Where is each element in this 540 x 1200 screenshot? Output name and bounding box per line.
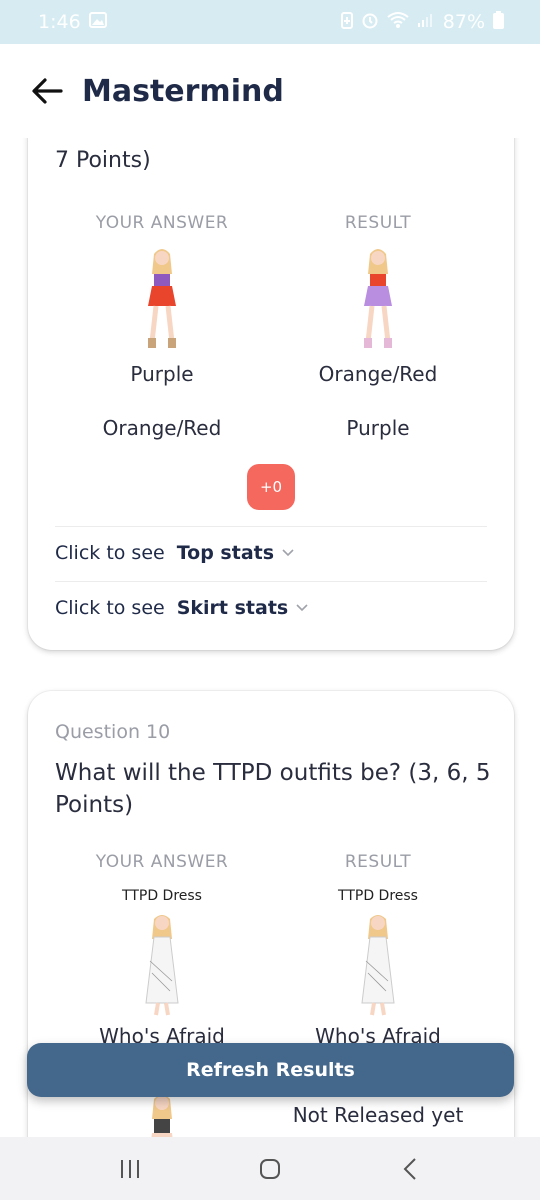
outfit-illustration-result: [348, 244, 408, 354]
results-list[interactable]: 7 Points) YOUR ANSWER RESULT Purple Oran…: [0, 138, 540, 1137]
gallery-icon: [88, 11, 107, 33]
result-top-color: Orange/Red: [318, 362, 438, 386]
wifi-icon: [387, 11, 409, 34]
answer-top-color: Purple: [130, 362, 194, 386]
back-arrow-icon[interactable]: [30, 74, 64, 108]
stats-name: Skirt stats: [176, 597, 289, 619]
chevron-down-icon: [282, 545, 294, 561]
recent-apps-icon[interactable]: [100, 1149, 160, 1189]
question-number: Question 10: [55, 721, 171, 743]
answer-skirt-color: Orange/Red: [102, 416, 222, 440]
question-title: 7 Points): [55, 148, 151, 173]
status-time: 1:46: [38, 11, 81, 33]
app-header: Mastermind: [0, 44, 540, 138]
result-header: RESULT: [344, 852, 412, 872]
result-skirt-color: Purple: [346, 416, 410, 440]
system-nav-bar: [0, 1137, 540, 1200]
points-badge: +0: [247, 464, 295, 510]
your-answer-header: YOUR ANSWER: [95, 852, 229, 872]
battery-percent: 87%: [442, 11, 485, 33]
your-answer-header: YOUR ANSWER: [95, 213, 229, 233]
result-header: RESULT: [344, 213, 412, 233]
chevron-down-icon: [296, 600, 308, 616]
result-outfit-name: TTPD Dress: [338, 888, 418, 904]
question-title: What will the TTPD outfits be? (3, 6, 5 …: [55, 760, 491, 818]
outfit-illustration-answer: [132, 911, 192, 1021]
outfit-illustration-answer: [132, 244, 192, 354]
stats-prefix: Click to see: [55, 542, 165, 564]
top-stats-toggle[interactable]: Click to see Top stats: [55, 542, 294, 564]
page-title: Mastermind: [82, 73, 284, 109]
back-icon[interactable]: [380, 1149, 440, 1189]
stats-name: Top stats: [176, 542, 275, 564]
answer-outfit-name: TTPD Dress: [122, 888, 202, 904]
status-bar: 1:46 87%: [0, 0, 540, 44]
alarm-icon: [361, 11, 379, 34]
battery-saver-icon: [340, 11, 353, 34]
skirt-stats-toggle[interactable]: Click to see Skirt stats: [55, 597, 308, 619]
result-third-outfit: Not Released yet: [292, 1103, 464, 1127]
outfit-illustration-result: [348, 911, 408, 1021]
battery-icon: [493, 10, 504, 34]
divider: [55, 526, 487, 527]
divider: [55, 581, 487, 582]
question-card-9: 7 Points) YOUR ANSWER RESULT Purple Oran…: [28, 138, 514, 650]
stats-prefix: Click to see: [55, 597, 165, 619]
outfit-illustration-answer-3: [132, 1091, 192, 1137]
signal-icon: [417, 11, 435, 33]
refresh-results-button[interactable]: Refresh Results: [27, 1043, 514, 1097]
home-icon[interactable]: [240, 1149, 300, 1189]
